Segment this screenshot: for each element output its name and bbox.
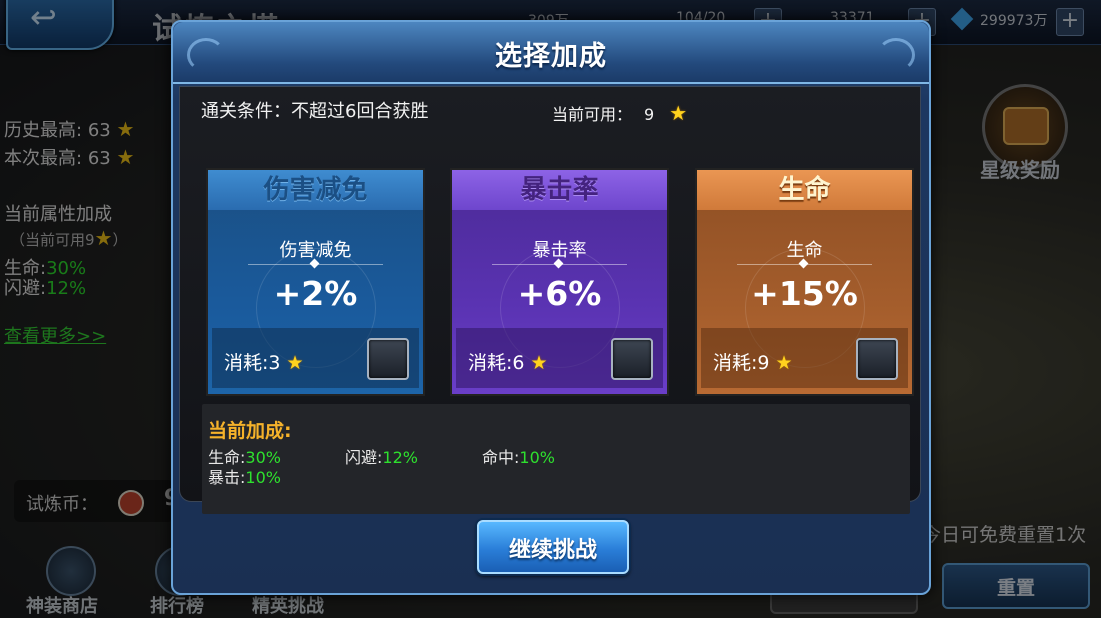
card-title: 暴击率 bbox=[452, 170, 667, 210]
dialog-header: 选择加成 bbox=[173, 22, 929, 84]
bonus-card-crit-rate[interactable]: 暴击率 暴击率 +6% 消耗:6 ★ bbox=[450, 168, 669, 396]
card-cost: 消耗:3 ★ bbox=[224, 352, 304, 374]
star-icon: ★ bbox=[775, 352, 793, 374]
card-footer: 消耗:9 ★ bbox=[701, 328, 908, 388]
select-bonus-dialog: 选择加成 通关条件：不超过6回合获胜 当前可用： 9 ★ 伤害减免 伤害减免 +2… bbox=[171, 20, 931, 595]
card-attr-value: +15% bbox=[751, 274, 858, 313]
card-attr-name: 暴击率 bbox=[532, 240, 587, 261]
card-footer: 消耗:3 ★ bbox=[212, 328, 419, 388]
dialog-title: 选择加成 bbox=[495, 41, 607, 72]
current-bonus-panel: 当前加成: 生命:30% 闪避:12% 命中:10% 暴击:10% bbox=[202, 404, 910, 514]
card-cost: 消耗:6 ★ bbox=[468, 352, 548, 374]
select-checkbox[interactable] bbox=[611, 338, 653, 380]
card-attr-name: 生命 bbox=[786, 240, 823, 261]
card-title: 生命 bbox=[697, 170, 912, 210]
card-attr-value: +6% bbox=[517, 274, 602, 313]
star-icon: ★ bbox=[669, 101, 688, 125]
bonus-dodge: 闪避:12% bbox=[345, 448, 418, 467]
card-title: 伤害减免 bbox=[208, 170, 423, 210]
clear-condition: 通关条件：不超过6回合获胜 bbox=[201, 101, 429, 122]
card-footer: 消耗:6 ★ bbox=[456, 328, 663, 388]
bonus-card-damage-reduction[interactable]: 伤害减免 伤害减免 +2% 消耗:3 ★ bbox=[206, 168, 425, 396]
bonus-card-hp[interactable]: 生命 生命 +15% 消耗:9 ★ bbox=[695, 168, 914, 396]
star-icon: ★ bbox=[530, 352, 548, 374]
card-attr-value: +2% bbox=[273, 274, 358, 313]
dialog-body: 通关条件：不超过6回合获胜 当前可用： 9 ★ 伤害减免 伤害减免 +2% 消耗:… bbox=[179, 86, 921, 514]
continue-challenge-button[interactable]: 继续挑战 bbox=[477, 520, 629, 574]
bonus-crit: 暴击:10% bbox=[208, 468, 281, 487]
bonus-hit: 命中:10% bbox=[482, 448, 555, 467]
card-attr-name: 伤害减免 bbox=[279, 240, 352, 261]
star-icon: ★ bbox=[286, 352, 304, 374]
current-bonus-title: 当前加成: bbox=[208, 420, 292, 442]
available-stars: 当前可用： 9 ★ bbox=[552, 101, 688, 125]
select-checkbox[interactable] bbox=[367, 338, 409, 380]
card-cost: 消耗:9 ★ bbox=[713, 352, 793, 374]
select-checkbox[interactable] bbox=[856, 338, 898, 380]
